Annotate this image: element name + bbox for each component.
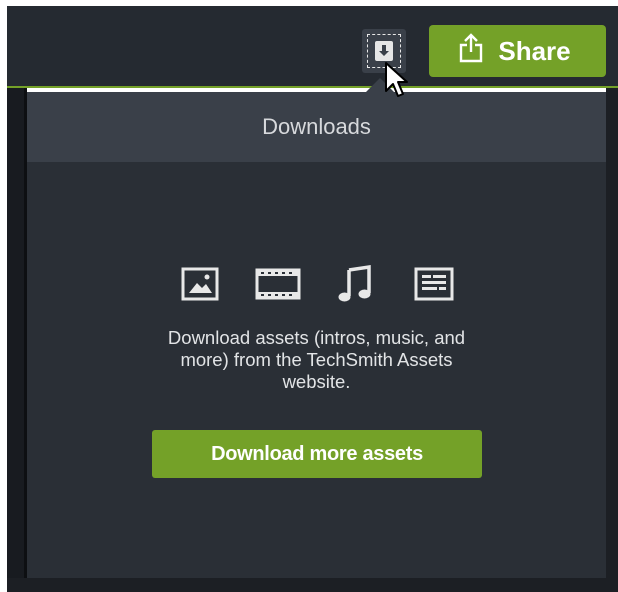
share-label: Share <box>498 35 571 66</box>
asset-type-icons <box>27 262 606 306</box>
download-more-assets-button[interactable]: Download more assets <box>152 430 482 478</box>
panel-description: Download assets (intros, music, and more… <box>27 327 606 393</box>
share-upload-icon <box>458 32 484 70</box>
panel-title: Downloads <box>27 92 606 162</box>
film-icon <box>252 262 304 306</box>
share-button[interactable]: Share <box>429 25 606 77</box>
mouse-cursor-icon <box>384 61 414 106</box>
caption-icon <box>408 262 460 306</box>
music-note-icon <box>330 262 382 306</box>
description-line-3: website. <box>282 371 351 392</box>
bottom-edge-panel <box>7 578 618 592</box>
right-edge-panel <box>606 88 618 592</box>
toolbar-divider <box>7 86 618 88</box>
downloads-popover: Downloads Download assets (intros, music… <box>27 92 606 578</box>
image-icon <box>174 262 226 306</box>
description-line-2: more) from the TechSmith Assets <box>180 349 453 370</box>
app-window: Share Downloads Download assets (intros,… <box>0 0 618 592</box>
description-line-1: Download assets (intros, music, and <box>167 327 466 348</box>
